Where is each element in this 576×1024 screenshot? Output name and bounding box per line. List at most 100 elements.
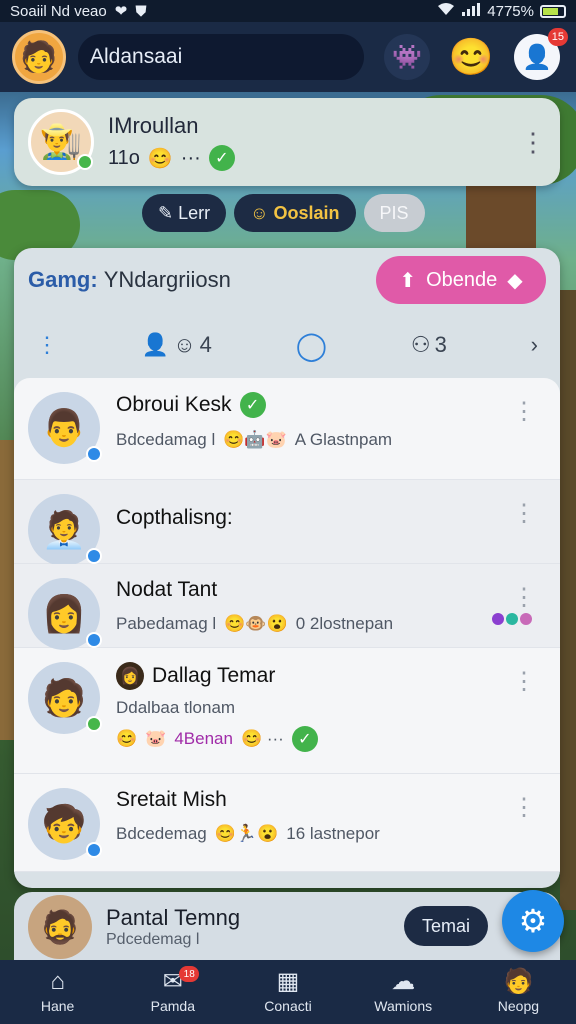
- contact-name: Obroui Kesk: [116, 393, 232, 416]
- more-options-icon[interactable]: ⋮: [512, 796, 536, 820]
- search-value: Aldansaai: [90, 45, 183, 68]
- emoji-icon: 😊🐵😮: [224, 614, 288, 633]
- search-input[interactable]: Aldansaai: [78, 34, 364, 80]
- filter-menu-icon[interactable]: ⋮: [36, 332, 58, 358]
- contact-sub-tail: A Glastnpam: [294, 430, 393, 449]
- quick-action-third-label: PIS: [379, 202, 409, 223]
- filter-fourth-count: 3: [434, 332, 447, 357]
- notifications-button[interactable]: 👤 15: [514, 28, 568, 80]
- contact-avatar: 👩: [28, 578, 102, 650]
- nav-item-home[interactable]: ⌂ Hane: [0, 960, 115, 1024]
- status-bar: Soaiil Nd veao ❤ ⛊ 4775%: [0, 0, 576, 22]
- signal-icon: [461, 2, 481, 20]
- face-outline-icon: ☺: [173, 332, 196, 357]
- profile-icon: 🧑: [503, 968, 534, 995]
- contacts-panel: Gamg: YNdargriiosn ⬆ Obende ◆ ⋮ 👤 ☺ 4 ◯ ⚇…: [14, 248, 560, 888]
- contact-sub-tail: 16 lastnepor: [286, 824, 380, 843]
- nav-item-chat[interactable]: ✉ 18 Pamda: [115, 960, 230, 1024]
- nav-badge: 18: [179, 966, 200, 982]
- verified-badge-icon: [86, 716, 102, 732]
- peek-action-label: Temai: [421, 915, 470, 936]
- tag-icon: ◆: [507, 269, 523, 292]
- person-icon: 👤: [141, 332, 170, 357]
- emoji-icon: 😊: [116, 729, 138, 748]
- nav-item-games[interactable]: ☁ Wamions: [346, 960, 461, 1024]
- gear-icon: ⚙: [518, 903, 548, 939]
- list-item[interactable]: 🧑 👩 Dallag Temar Ddalbaa tlonam 😊 🐷 4Ben…: [14, 648, 560, 774]
- mini-avatar: 👩: [116, 662, 144, 690]
- emoji-icon: 😊🏃😮: [214, 824, 279, 843]
- filter-row: ⋮ 👤 ☺ 4 ◯ ⚇ 3 ›: [14, 312, 560, 378]
- more-options-icon[interactable]: ⋮: [512, 586, 536, 610]
- nav-item-profile[interactable]: 🧑 Neopg: [461, 960, 576, 1024]
- my-avatar[interactable]: 🧑: [12, 30, 66, 84]
- contacts-list: 👨 Obroui Kesk ✓ Bdcedamag l 😊🤖🐷 A Glastnp…: [14, 378, 560, 872]
- contact-sub-tail: 4Benan: [174, 729, 233, 748]
- bot-button[interactable]: 👾: [384, 34, 430, 80]
- more-options-icon[interactable]: ⋮: [512, 502, 536, 526]
- verified-badge-icon: [86, 446, 102, 462]
- quick-action-second[interactable]: ☺ Ooslain: [234, 194, 356, 232]
- featured-contact-card[interactable]: 👨‍🌾 IMroullan 11o 😊 ··· ✓ ⋮: [14, 98, 560, 186]
- quick-action-first[interactable]: ✎ Lerr: [142, 194, 227, 232]
- featured-meta: 11o: [108, 146, 140, 169]
- smiley-icon: 😊: [147, 147, 173, 170]
- quick-action-third[interactable]: PIS: [363, 194, 425, 232]
- list-item[interactable]: 👩 Nodat Tant Pabedamag l 😊🐵😮 0 2lostnepa…: [14, 564, 560, 650]
- contact-sub-text: Ddalbaa tlonam: [116, 698, 236, 717]
- nav-label: Wamions: [374, 998, 433, 1014]
- green-check-icon: ✓: [239, 392, 266, 418]
- contact-avatar: 🧑: [28, 662, 102, 734]
- open-button-label: Obende: [426, 268, 498, 291]
- filter-person[interactable]: 👤 ☺ 4: [142, 332, 212, 358]
- nav-item-contacts[interactable]: ▦ Conacti: [230, 960, 345, 1024]
- contacts-icon: ▦: [276, 968, 300, 995]
- green-check-icon: ✓: [208, 145, 235, 171]
- smiley-icon: 😊 ···: [240, 729, 284, 748]
- emoji-icon: 😊🤖🐷: [223, 430, 287, 449]
- panel-title-prefix: Gamg:: [28, 267, 98, 292]
- more-options-icon[interactable]: ⋮: [512, 670, 536, 694]
- robot-icon: 👾: [392, 43, 422, 71]
- nav-label: Hane: [40, 998, 75, 1014]
- more-options-icon[interactable]: ⋮: [520, 129, 546, 155]
- contact-avatar: 🧒: [28, 788, 102, 860]
- contact-avatar: 🧑‍💼: [28, 494, 102, 566]
- game-icon: ☁: [391, 968, 416, 995]
- upload-icon: ⬆: [399, 269, 417, 292]
- smiley-icon: 😊: [448, 36, 494, 77]
- filter-circle[interactable]: ◯: [296, 329, 327, 362]
- contact-sub-text: Bdcedemag: [116, 824, 207, 843]
- shield-icon: ⛊: [135, 2, 147, 20]
- panel-title: Gamg: YNdargriiosn: [28, 267, 231, 293]
- quick-action-second-label: Ooslain: [273, 202, 340, 223]
- face-icon: ☺: [250, 202, 274, 223]
- notification-badge: 15: [547, 28, 568, 46]
- emoji-button[interactable]: 😊: [448, 34, 494, 80]
- green-check-icon: ✓: [291, 726, 318, 752]
- list-item[interactable]: 🧑‍💼 Copthalisng: ⋮: [14, 480, 560, 566]
- group-icon: ⚇: [410, 332, 431, 357]
- more-options-icon[interactable]: ⋮: [512, 400, 536, 424]
- panel-header: Gamg: YNdargriiosn ⬆ Obende ◆: [14, 248, 560, 312]
- chevron-right-icon[interactable]: ›: [531, 332, 538, 358]
- status-dots-icon: [492, 613, 532, 625]
- peek-contact-name: Pantal Temng: [106, 905, 241, 930]
- edit-icon: ✎: [158, 202, 179, 223]
- panel-title-rest: YNdargriiosn: [103, 267, 231, 292]
- contact-sub-tail: 0 2lostnepan: [295, 614, 394, 633]
- open-button[interactable]: ⬆ Obende ◆: [376, 256, 546, 304]
- settings-fab[interactable]: ⚙: [502, 890, 564, 952]
- list-item[interactable]: 🧒 Sretait Mish Bdcedemag 😊🏃😮 16 lastnepo…: [14, 774, 560, 872]
- verified-badge-icon: [86, 548, 102, 564]
- battery-percent: 4775%: [487, 2, 534, 20]
- peek-action-button[interactable]: Temai: [404, 906, 488, 946]
- filter-group[interactable]: ⚇ 3: [411, 332, 447, 358]
- contact-sub-text: Bdcedamag l: [116, 430, 216, 449]
- contact-avatar: 👨: [28, 392, 102, 464]
- nav-label: Neopg: [497, 998, 540, 1014]
- verified-badge-icon: [86, 632, 102, 648]
- list-item[interactable]: 👨 Obroui Kesk ✓ Bdcedamag l 😊🤖🐷 A Glastnp…: [14, 378, 560, 480]
- home-icon: ⌂: [50, 968, 65, 995]
- peek-contact-sub: Pdcedemag l: [106, 931, 200, 948]
